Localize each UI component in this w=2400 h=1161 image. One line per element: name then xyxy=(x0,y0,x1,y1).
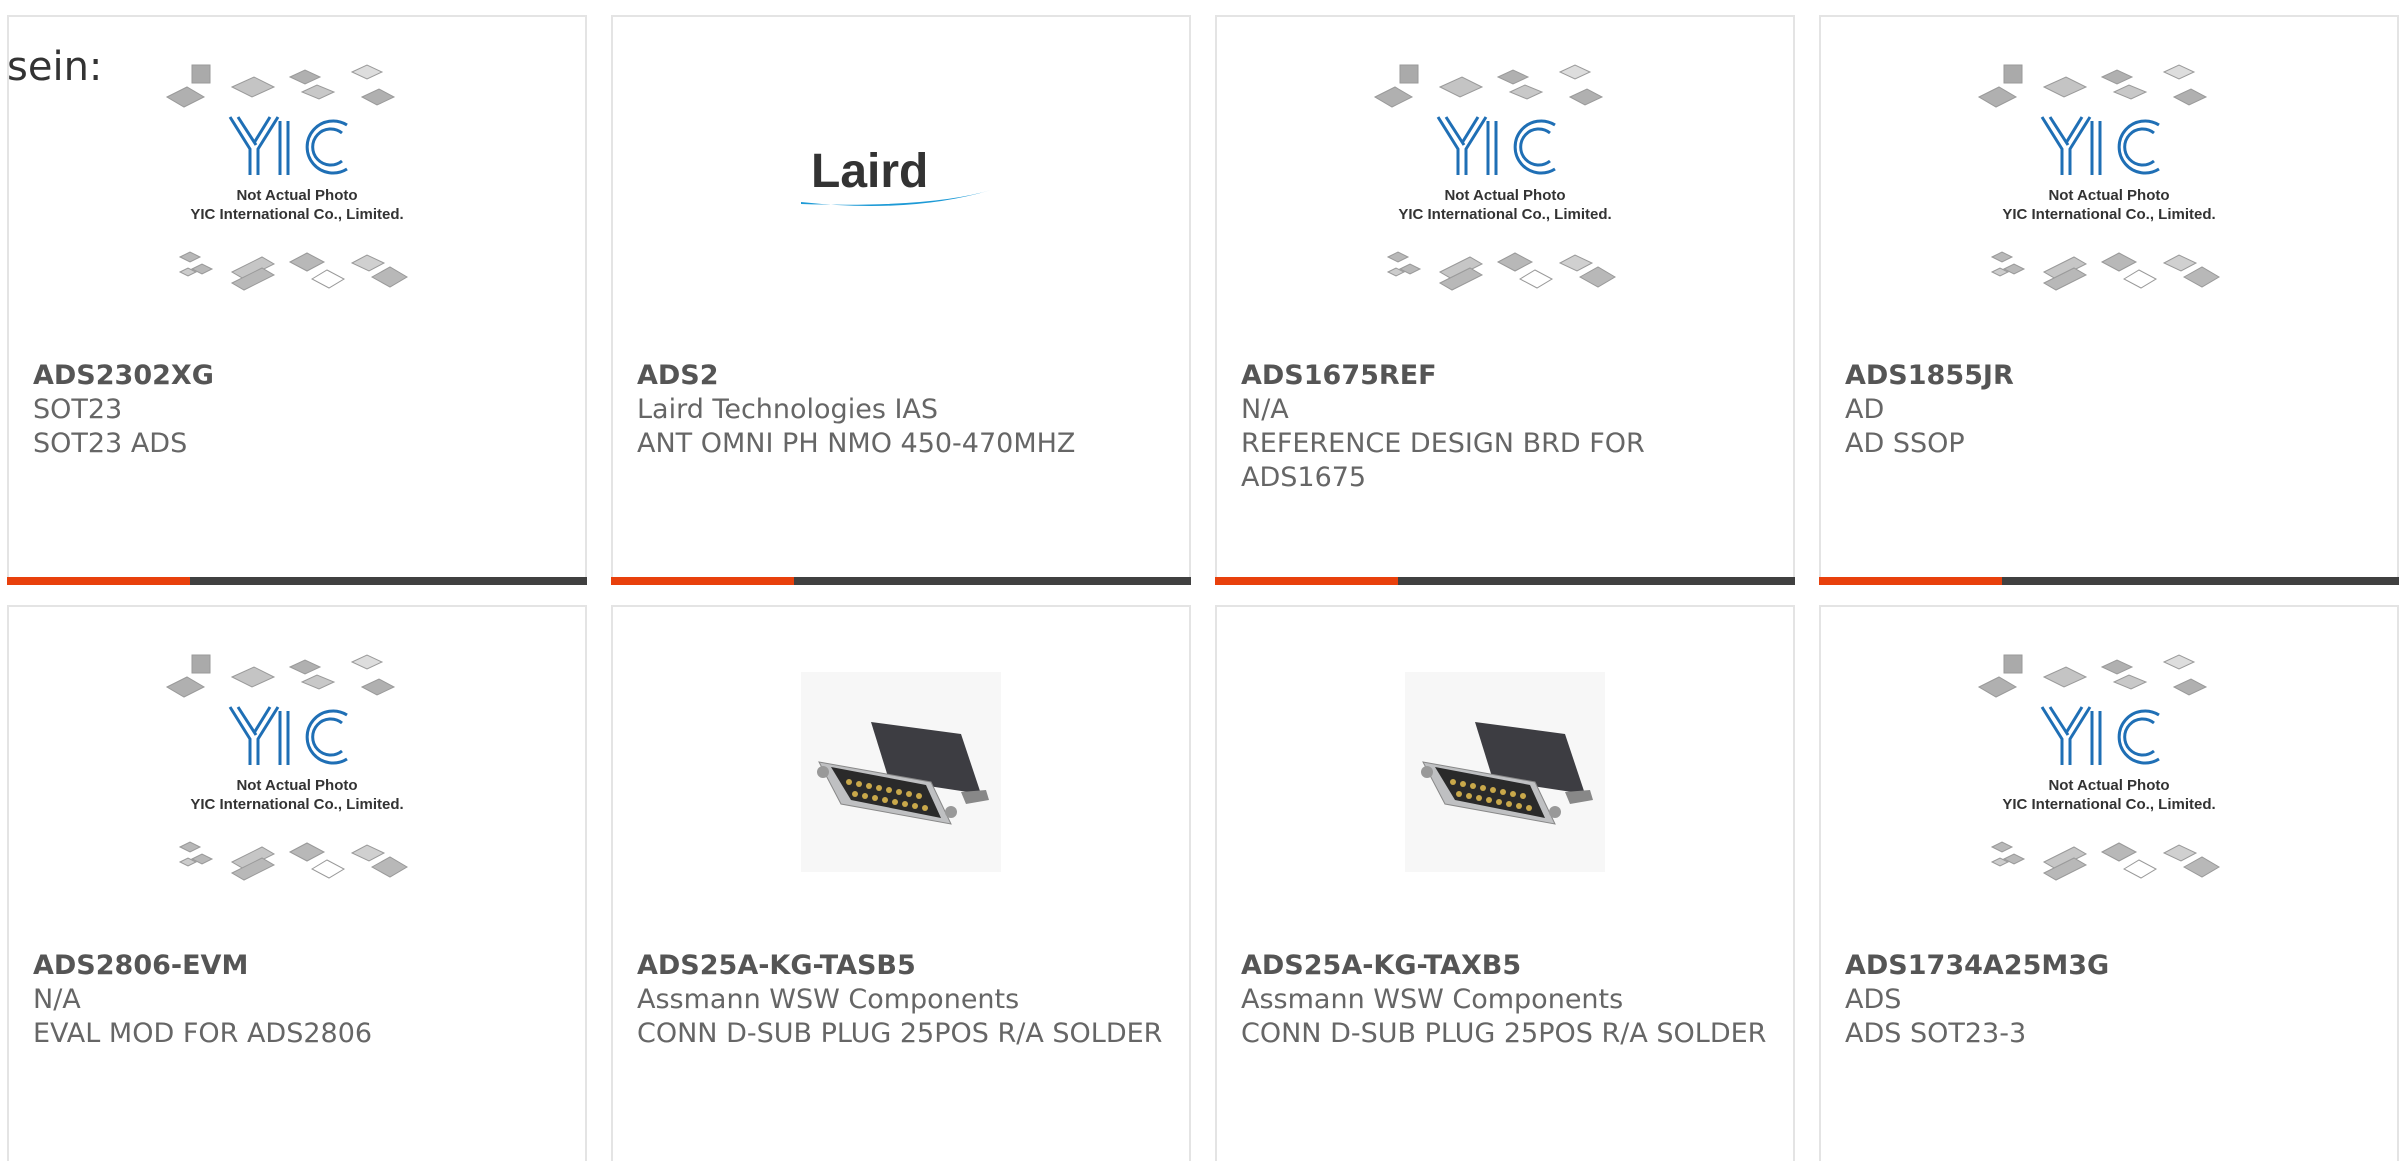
card-bottom-bar xyxy=(1819,577,2399,585)
product-description: CONN D-SUB PLUG 25POS R/A SOLDER xyxy=(1241,1018,1767,1049)
svg-text:Laird: Laird xyxy=(811,145,928,198)
yic-placeholder-image: Not Actual Photo YIC International Co., … xyxy=(1974,647,2244,897)
product-manufacturer: SOT23 xyxy=(33,394,123,425)
product-manufacturer: N/A xyxy=(33,984,81,1015)
product-manufacturer: N/A xyxy=(1241,394,1289,425)
product-info: ADS1855JR AD AD SSOP xyxy=(1845,359,2377,461)
product-info: ADS2806-EVM N/A EVAL MOD FOR ADS2806 xyxy=(33,949,565,1051)
card-bottom-bar xyxy=(1215,577,1795,585)
product-card[interactable]: Not Actual Photo YIC International Co., … xyxy=(1819,15,2399,585)
svg-text:Not Actual Photo: Not Actual Photo xyxy=(236,187,357,204)
product-card[interactable]: ADS25A-KG-TASB5 Assmann WSW Components CON… xyxy=(611,605,1191,1161)
product-info: ADS2 Laird Technologies IAS ANT OMNI PH NM… xyxy=(637,359,1169,461)
product-part-number[interactable]: ADS2302XG xyxy=(33,359,565,393)
product-info: ADS1734A25M3G ADS ADS SOT23-3 xyxy=(1845,949,2377,1051)
yic-placeholder-image: Not Actual Photo YIC International Co., … xyxy=(162,57,432,307)
product-info: ADS25A-KG-TAXB5 Assmann WSW Components CON… xyxy=(1241,949,1773,1051)
product-description: CONN D-SUB PLUG 25POS R/A SOLDER xyxy=(637,1018,1163,1049)
card-accent-bar xyxy=(1215,577,1398,585)
product-description: ADS SOT23-3 xyxy=(1845,1018,2027,1049)
product-image[interactable] xyxy=(1217,607,1793,937)
svg-text:YIC International Co., Limited: YIC International Co., Limited. xyxy=(1398,206,1611,223)
product-part-number[interactable]: ADS25A-KG-TAXB5 xyxy=(1241,949,1773,983)
card-accent-bar xyxy=(7,577,190,585)
product-description: EVAL MOD FOR ADS2806 xyxy=(33,1018,373,1049)
product-part-number[interactable]: ADS1675REF xyxy=(1241,359,1773,393)
svg-text:YIC International Co., Limited: YIC International Co., Limited. xyxy=(2002,206,2215,223)
svg-text:Not Actual Photo: Not Actual Photo xyxy=(2048,777,2169,794)
product-info: ADS2302XG SOT23 SOT23 ADS xyxy=(33,359,565,461)
product-card[interactable]: Laird ADS2 Laird Technologies IAS ANT OMNI… xyxy=(611,15,1191,585)
svg-text:YIC International Co., Limited: YIC International Co., Limited. xyxy=(2002,796,2215,813)
product-part-number[interactable]: ADS25A-KG-TASB5 xyxy=(637,949,1169,983)
product-card[interactable]: Not Actual Photo YIC International Co., … xyxy=(7,605,587,1161)
product-part-number[interactable]: ADS2 xyxy=(637,359,1169,393)
product-card[interactable]: ADS25A-KG-TAXB5 Assmann WSW Components CON… xyxy=(1215,605,1795,1161)
card-accent-bar xyxy=(611,577,794,585)
product-image[interactable] xyxy=(613,607,1189,937)
dsub-connector-image xyxy=(801,672,1001,872)
product-card[interactable]: Not Actual Photo YIC International Co., … xyxy=(1819,605,2399,1161)
product-manufacturer: Laird Technologies IAS xyxy=(637,394,939,425)
product-manufacturer: ADS xyxy=(1845,984,1902,1015)
svg-text:Not Actual Photo: Not Actual Photo xyxy=(236,777,357,794)
product-card[interactable]: Not Actual Photo YIC International Co., … xyxy=(1215,15,1795,585)
product-description: REFERENCE DESIGN BRD FOR ADS1675 xyxy=(1241,428,1645,493)
product-part-number[interactable]: ADS1734A25M3G xyxy=(1845,949,2377,983)
product-part-number[interactable]: ADS1855JR xyxy=(1845,359,2377,393)
product-manufacturer: AD xyxy=(1845,394,1885,425)
svg-text:Not Actual Photo: Not Actual Photo xyxy=(2048,187,2169,204)
card-bottom-bar xyxy=(7,577,587,585)
product-image[interactable]: Not Actual Photo YIC International Co., … xyxy=(1217,17,1793,347)
product-manufacturer: Assmann WSW Components xyxy=(637,984,1020,1015)
product-image[interactable]: Laird xyxy=(613,17,1189,347)
card-bottom-bar xyxy=(611,577,1191,585)
card-accent-bar xyxy=(1819,577,2002,585)
product-info: ADS1675REF N/A REFERENCE DESIGN BRD FOR AD… xyxy=(1241,359,1773,495)
laird-logo: Laird xyxy=(791,142,1011,222)
product-info: ADS25A-KG-TASB5 Assmann WSW Components CON… xyxy=(637,949,1169,1051)
svg-text:Not Actual Photo: Not Actual Photo xyxy=(1444,187,1565,204)
dsub-connector-image xyxy=(1405,672,1605,872)
product-part-number[interactable]: ADS2806-EVM xyxy=(33,949,565,983)
yic-placeholder-image: Not Actual Photo YIC International Co., … xyxy=(1974,57,2244,307)
product-description: SOT23 ADS xyxy=(33,428,188,459)
product-image[interactable]: Not Actual Photo YIC International Co., … xyxy=(1821,607,2397,937)
intro-text: sein: xyxy=(7,44,103,90)
product-image[interactable]: Not Actual Photo YIC International Co., … xyxy=(9,607,585,937)
yic-placeholder-image: Not Actual Photo YIC International Co., … xyxy=(162,647,432,897)
svg-text:YIC International Co., Limited: YIC International Co., Limited. xyxy=(190,796,403,813)
product-image[interactable]: Not Actual Photo YIC International Co., … xyxy=(1821,17,2397,347)
yic-placeholder-image: Not Actual Photo YIC International Co., … xyxy=(1370,57,1640,307)
product-description: AD SSOP xyxy=(1845,428,1965,459)
product-card[interactable]: Not Actual Photo YIC International Co., … xyxy=(7,15,587,585)
product-description: ANT OMNI PH NMO 450-470MHZ xyxy=(637,428,1076,459)
product-manufacturer: Assmann WSW Components xyxy=(1241,984,1624,1015)
svg-text:YIC International Co., Limited: YIC International Co., Limited. xyxy=(190,206,403,223)
